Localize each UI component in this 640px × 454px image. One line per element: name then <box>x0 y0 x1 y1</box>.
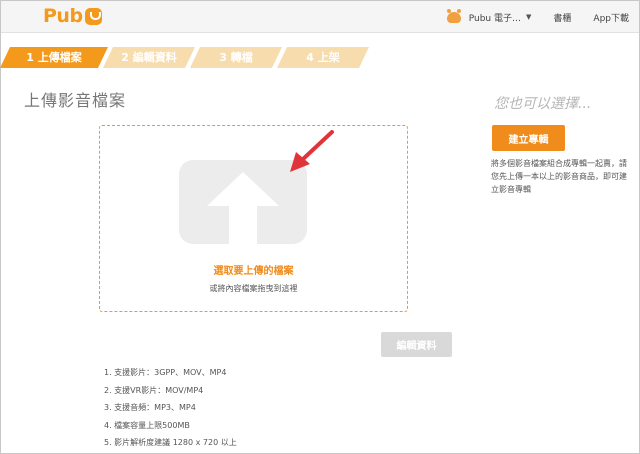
step-edit-label: 2 編輯資料 <box>121 51 177 64</box>
nav-bookshelf-link[interactable]: 書櫃 <box>553 11 571 24</box>
step-edit[interactable]: 2 編輯資料 <box>103 47 195 68</box>
upload-notes: 1. 支援影片：3GPP、MOV、MP4 2. 支援VR影片：MOV/MP4 3… <box>104 368 237 454</box>
step-convert[interactable]: 3 轉檔 <box>190 47 282 68</box>
logo-u-icon <box>84 7 102 25</box>
drag-hint-text: 或將內容檔案拖曳到這裡 <box>209 284 298 293</box>
select-file-link[interactable]: 選取要上傳的檔案 <box>100 262 407 277</box>
top-header: Pub Pubu 電子… ▼ 書櫃 App下載 <box>1 1 639 33</box>
note-item: 3. 支援音頻：MP3、MP4 <box>104 403 196 412</box>
edit-info-button[interactable]: 編輯資料 <box>381 332 452 357</box>
logo-text: Pub <box>43 5 83 27</box>
user-avatar-icon <box>446 8 461 23</box>
user-menu-label: Pubu 電子… <box>468 13 521 24</box>
step-publish-label: 4 上架 <box>306 51 340 64</box>
note-item: 5. 影片解析度建議 1280 x 720 以上 <box>104 438 237 447</box>
step-upload-label: 1 上傳檔案 <box>26 51 82 64</box>
nav-app-download-link[interactable]: App下載 <box>593 11 629 24</box>
page-title: 上傳影音檔案 <box>24 91 127 110</box>
step-convert-label: 3 轉檔 <box>219 51 253 64</box>
note-item: 2. 支援VR影片：MOV/MP4 <box>104 385 204 395</box>
file-dropzone[interactable]: 選取要上傳的檔案 或將內容檔案拖曳到這裡 <box>99 125 408 312</box>
annotation-arrow-icon <box>290 130 334 172</box>
pubu-logo[interactable]: Pub <box>43 4 102 28</box>
sidebar-description: 將多個影音檔案組合成專輯一起賣，請您先上傳一本以上的影音商品，即可建立影音專輯 <box>491 159 627 194</box>
create-album-button[interactable]: 建立專輯 <box>492 125 565 151</box>
note-item: 4. 檔案容量上限500MB <box>104 420 190 430</box>
caret-down-icon: ▼ <box>526 13 532 21</box>
step-upload[interactable]: 1 上傳檔案 <box>0 47 108 68</box>
step-progress: 1 上傳檔案 2 編輯資料 3 轉檔 4 上架 <box>0 47 400 68</box>
step-publish[interactable]: 4 上架 <box>277 47 369 68</box>
user-menu[interactable]: Pubu 電子… ▼ <box>446 8 532 24</box>
note-item: 1. 支援影片：3GPP、MOV、MP4 <box>104 368 227 377</box>
sidebar-title: 您也可以選擇... <box>494 96 592 112</box>
top-nav: Pubu 電子… ▼ 書櫃 App下載 <box>446 1 629 33</box>
